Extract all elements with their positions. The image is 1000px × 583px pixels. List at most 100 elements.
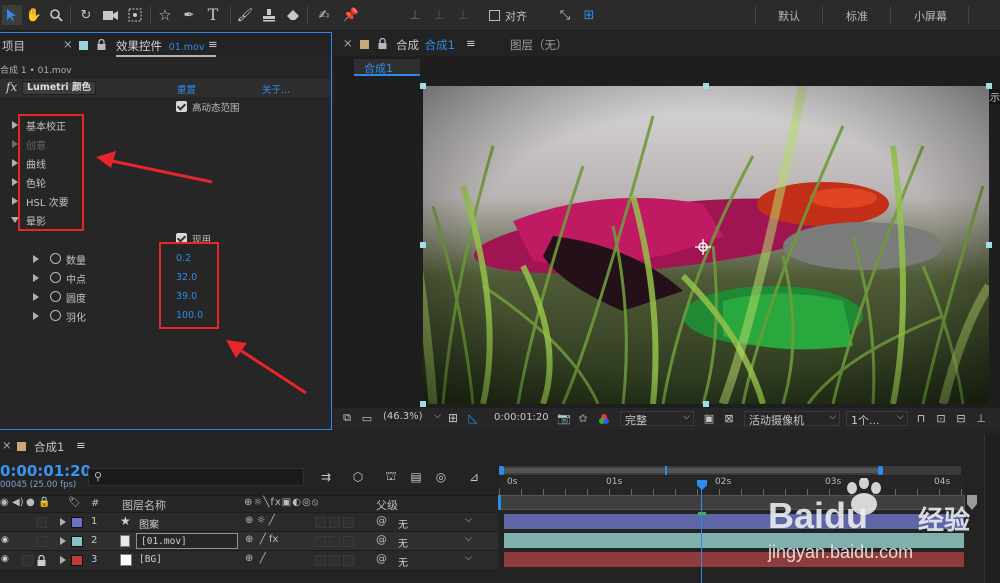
parent-dropdown[interactable]: 无 ⌵ [393,534,475,550]
pick-whip-icon[interactable]: @ [376,514,387,527]
workspace-standard[interactable]: 标准 [846,8,868,24]
puppet-pin-tool-icon[interactable]: 📌 [341,5,361,25]
snap-checkbox[interactable] [489,10,500,21]
resolution-dropdown[interactable]: 完整 ⌵ [620,411,694,427]
workspace-small-screen[interactable]: 小屏幕 [914,8,947,24]
visibility-eye-icon[interactable]: ◉ [0,497,9,508]
layer-switches[interactable]: ⊕ ☼ ╱ [245,515,275,526]
region-of-interest-icon[interactable]: ▣ [702,411,716,425]
visibility-eye-icon[interactable]: ◉ [1,554,9,564]
draft-3d-icon[interactable]: ⬡ [350,469,366,485]
fit-icon[interactable]: ⊞ [446,411,460,425]
zoom-dropdown[interactable]: (46.3%) ⌵ [383,411,441,426]
fast-preview-icon[interactable]: ⊟ [954,411,968,425]
tab-layer[interactable]: 图层（无） [510,37,568,53]
parent-header[interactable]: 父级 [376,497,398,513]
frame-blending-icon[interactable]: ▤ [408,469,424,485]
monitor-icon[interactable]: ▭ [360,411,374,425]
tab-timeline-comp[interactable]: 合成1 [34,439,64,455]
switch-box[interactable] [343,536,354,547]
switch-box[interactable] [315,536,326,547]
switch-box[interactable] [329,536,340,547]
label-tag-icon[interactable]: 🏷 [68,497,81,508]
switch-box[interactable] [343,555,354,566]
solo-icon[interactable]: ● [26,497,35,508]
time-navigator[interactable] [499,466,961,475]
work-area-start-bracket[interactable] [498,495,501,510]
graph-editor-icon[interactable]: ⊿ [466,469,482,485]
viewer-canvas[interactable] [423,86,989,404]
layer-row[interactable]: 1 ★ 图案 ⊕ ☼ ╱ @ 无 ⌵ [0,512,498,531]
views-dropdown[interactable]: 1个... ⌵ [846,411,908,427]
close-icon[interactable]: × [2,438,12,452]
navigator-bar[interactable] [499,468,881,473]
viewer-timecode[interactable]: 0:00:01:20 [494,412,549,423]
switch-box[interactable] [329,517,340,528]
panel-menu-icon[interactable]: ≡ [76,438,86,452]
transparency-grid-icon[interactable]: ⊠ [722,411,736,425]
transform-handle[interactable] [703,401,709,407]
layer-name-field[interactable]: [01.mov] [136,533,238,549]
navigator-end-handle[interactable] [878,466,883,475]
solo-box[interactable] [22,555,33,566]
transform-handle[interactable] [986,83,992,89]
layer-switches[interactable]: ⊕ ╱ fx [245,534,278,545]
transform-handle[interactable] [420,242,426,248]
expand-arrow-icon[interactable] [60,556,66,564]
switch-box[interactable] [315,555,326,566]
view-axis-icon[interactable]: ⊥ [454,6,472,24]
solo-box[interactable] [36,517,47,528]
comp-flowchart-icon[interactable]: ⇉ [318,469,334,485]
snap-grid-icon[interactable]: ⊞ [580,6,598,24]
switch-box[interactable] [329,555,340,566]
world-axis-icon[interactable]: ⊥ [430,6,448,24]
layer-row[interactable]: ◉ 2 [01.mov] ⊕ ╱ fx @ 无 ⌵ [0,531,498,550]
lock-icon[interactable] [378,38,387,49]
switch-box[interactable] [315,517,326,528]
panel-menu-icon[interactable]: ≡ [466,36,476,50]
snapshot-camera-icon[interactable]: 📷 [557,411,571,425]
shy-layers-icon[interactable]: ⛫ [383,469,399,485]
label-color-swatch[interactable] [71,517,83,528]
layer-name-header[interactable]: 图层名称 [122,497,166,513]
label-color-swatch[interactable] [71,555,83,566]
keyframe-marker[interactable] [698,512,706,515]
layer-lock-icon[interactable] [37,555,46,566]
reset-exposure-icon[interactable]: ⊡ [934,411,948,425]
camera-dropdown[interactable]: 活动摄像机 ⌵ [744,411,840,427]
anchor-point-icon[interactable] [695,239,711,255]
solo-box[interactable] [36,536,47,547]
visibility-eye-icon[interactable]: ◉ [1,535,9,545]
transform-handle[interactable] [420,83,426,89]
lock-header-icon[interactable]: 🔒 [38,497,50,508]
close-icon[interactable]: × [343,36,353,50]
label-color-swatch[interactable] [71,536,83,547]
expand-icon[interactable]: ⤡ [556,6,574,24]
navigator-start-handle[interactable] [499,466,504,475]
switch-box[interactable] [343,517,354,528]
expand-arrow-icon[interactable] [60,518,66,526]
layer-switches[interactable]: ⊕ ╱ [245,553,266,564]
expand-arrow-icon[interactable] [60,537,66,545]
comp-subtab[interactable]: 合成1 [354,59,420,76]
flowchart-icon[interactable]: ⊥ [974,411,988,425]
layer-name[interactable]: [BG] [139,554,162,565]
layer-row[interactable]: ◉ 3 [BG] ⊕ ╱ @ 无 ⌵ [0,550,498,569]
parent-dropdown[interactable]: 无 ⌵ [393,553,475,569]
transform-handle[interactable] [986,242,992,248]
pick-whip-icon[interactable]: @ [376,533,387,546]
layer-search-input[interactable]: ⚲ [88,468,304,486]
tab-composition[interactable]: 合成 合成1 [396,37,455,53]
transform-handle[interactable] [703,83,709,89]
show-snapshot-icon[interactable]: ✿ [576,411,590,425]
local-axis-icon[interactable]: ⊥ [406,6,424,24]
toggle-pixel-icon[interactable]: ⊓ [914,411,928,425]
mask-visibility-icon[interactable]: ◺ [466,411,480,425]
timeline-timecode[interactable]: 0:00:01:20 [0,462,91,480]
pick-whip-icon[interactable]: @ [376,552,387,565]
always-preview-icon[interactable]: ⧉ [340,411,354,425]
motion-blur-icon[interactable]: ◎ [433,469,449,485]
channels-icon[interactable] [598,413,610,425]
layer-name[interactable]: 图案 [139,516,159,531]
workspace-default[interactable]: 默认 [778,8,800,24]
